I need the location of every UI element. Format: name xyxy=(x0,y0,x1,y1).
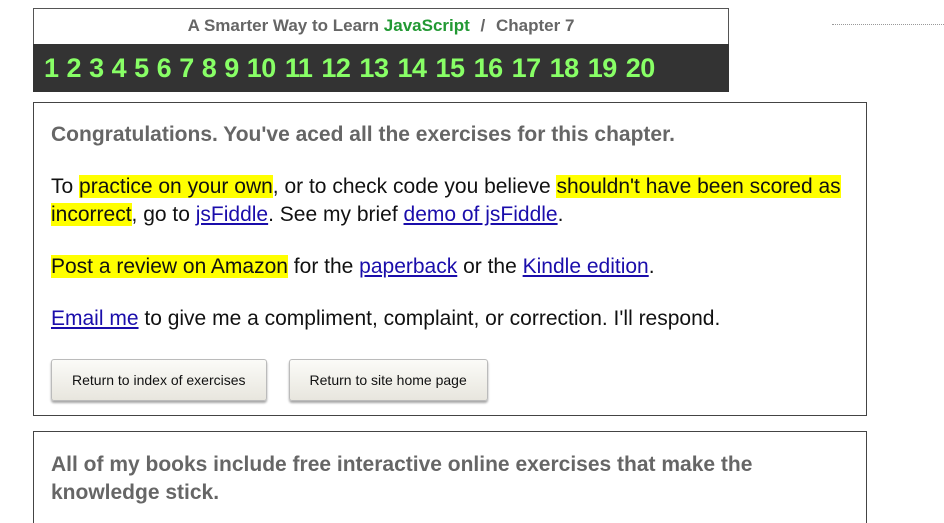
chapter-link-9[interactable]: 9 xyxy=(224,44,239,92)
chapter-link-4[interactable]: 4 xyxy=(112,44,127,92)
congrats-heading: Congratulations. You've aced all the exe… xyxy=(51,123,675,146)
chapter-nav: 1 2 3 4 5 6 7 8 9 10 11 12 13 14 15 16 1… xyxy=(33,44,729,92)
chapter-link-12[interactable]: 12 xyxy=(321,44,351,92)
text: , go to xyxy=(131,203,196,226)
chapter-link-2[interactable]: 2 xyxy=(67,44,82,92)
text: to give me a compliment, complaint, or c… xyxy=(138,307,721,330)
title-prefix: A Smarter Way to Learn xyxy=(187,16,380,35)
books-panel: All of my books include free interactive… xyxy=(33,431,867,523)
text: . xyxy=(557,203,564,226)
highlight-practice: practice on your own xyxy=(79,175,273,198)
jsfiddle-demo-link[interactable]: demo of jsFiddle xyxy=(404,203,558,226)
dotted-divider xyxy=(832,24,944,25)
email-me-link[interactable]: Email me xyxy=(51,307,139,330)
email-paragraph: Email me to give me a compliment, compla… xyxy=(51,305,849,333)
return-to-index-button[interactable]: Return to index of exercises xyxy=(51,359,267,401)
chapter-link-14[interactable]: 14 xyxy=(397,44,427,92)
chapter-link-5[interactable]: 5 xyxy=(134,44,149,92)
title-brand: JavaScript xyxy=(383,16,470,35)
chapter-link-20[interactable]: 20 xyxy=(626,44,656,92)
completion-panel: Congratulations. You've aced all the exe… xyxy=(33,102,867,416)
button-row: Return to index of exercises Return to s… xyxy=(51,359,849,401)
paperback-link[interactable]: paperback xyxy=(359,255,457,278)
kindle-edition-link[interactable]: Kindle edition xyxy=(523,255,649,278)
chapter-link-10[interactable]: 10 xyxy=(247,44,277,92)
text: or the xyxy=(457,255,523,278)
header: A Smarter Way to Learn JavaScript / Chap… xyxy=(33,8,729,92)
review-paragraph: Post a review on Amazon for the paperbac… xyxy=(51,253,849,281)
text: . xyxy=(648,255,655,278)
chapter-link-7[interactable]: 7 xyxy=(179,44,194,92)
practice-paragraph: To practice on your own, or to check cod… xyxy=(51,173,849,229)
text: , or to check code you believe xyxy=(272,175,557,198)
chapter-link-17[interactable]: 17 xyxy=(512,44,542,92)
chapter-link-13[interactable]: 13 xyxy=(359,44,389,92)
chapter-link-6[interactable]: 6 xyxy=(157,44,172,92)
text: To xyxy=(51,175,80,198)
chapter-link-18[interactable]: 18 xyxy=(550,44,580,92)
title-separator: / xyxy=(480,16,486,35)
chapter-link-15[interactable]: 15 xyxy=(436,44,466,92)
page-title: A Smarter Way to Learn JavaScript / Chap… xyxy=(34,9,728,44)
text: . See my brief xyxy=(268,203,404,226)
chapter-link-8[interactable]: 8 xyxy=(202,44,217,92)
title-chapter: Chapter 7 xyxy=(495,16,575,35)
return-to-home-button[interactable]: Return to site home page xyxy=(288,359,488,401)
chapter-link-16[interactable]: 16 xyxy=(474,44,504,92)
chapter-link-1[interactable]: 1 xyxy=(44,44,59,92)
text: for the xyxy=(287,255,360,278)
highlight-review: Post a review on Amazon xyxy=(51,255,288,278)
chapter-link-3[interactable]: 3 xyxy=(89,44,104,92)
chapter-link-11[interactable]: 11 xyxy=(285,44,313,92)
books-heading: All of my books include free interactive… xyxy=(51,453,753,504)
jsfiddle-link[interactable]: jsFiddle xyxy=(196,203,268,226)
chapter-link-19[interactable]: 19 xyxy=(588,44,618,92)
